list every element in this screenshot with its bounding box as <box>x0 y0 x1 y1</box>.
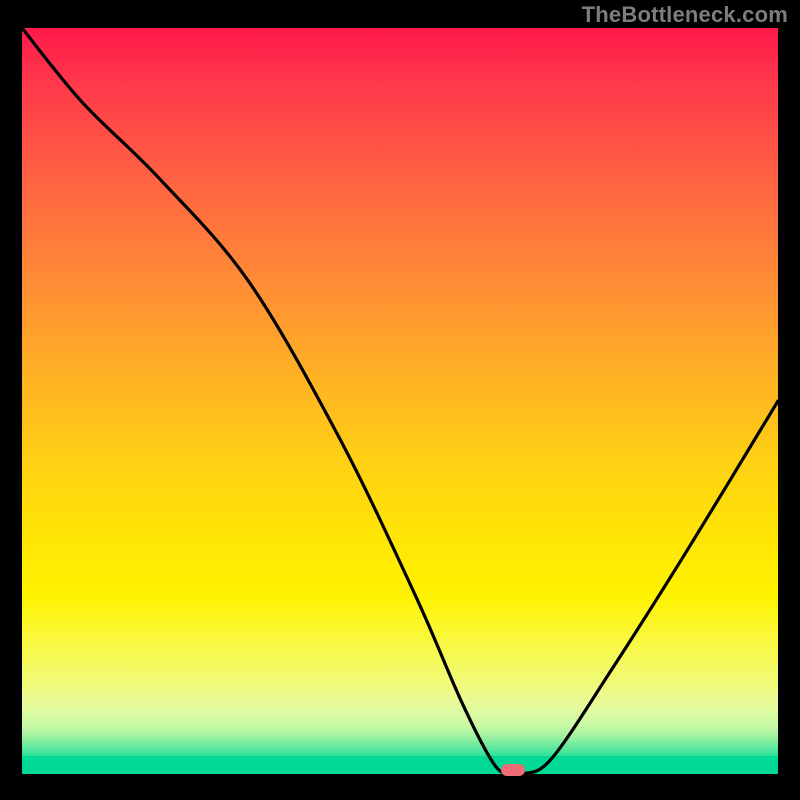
plot-area <box>22 28 778 774</box>
minimum-marker <box>501 764 525 776</box>
chart-container: TheBottleneck.com <box>0 0 800 800</box>
bottleneck-curve <box>22 28 778 774</box>
watermark-text: TheBottleneck.com <box>582 2 788 28</box>
